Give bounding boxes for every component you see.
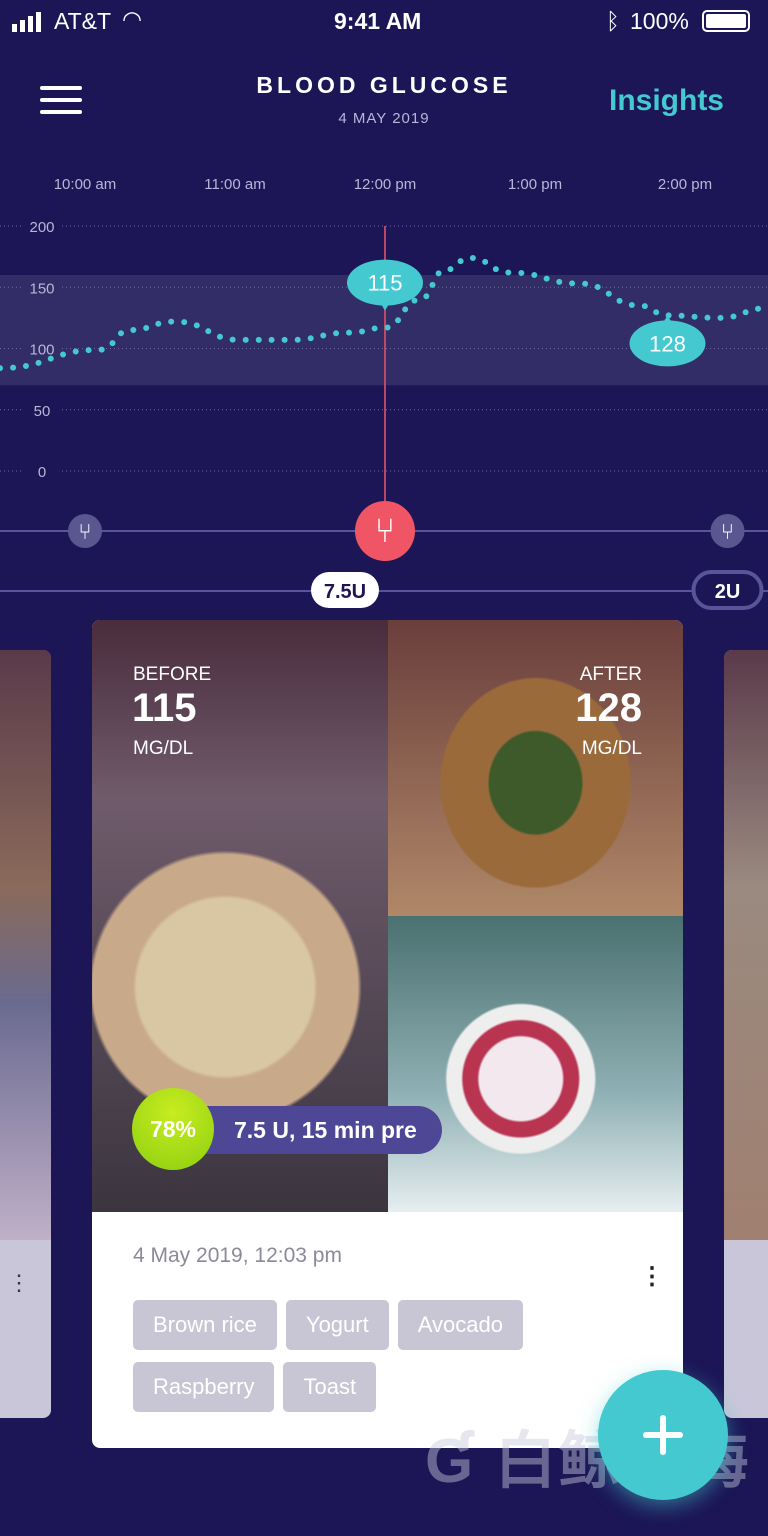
food-tag[interactable]: Raspberry bbox=[133, 1362, 275, 1412]
x-tick-label: 10:00 am bbox=[54, 176, 117, 193]
score-badge: 78% bbox=[132, 1088, 214, 1170]
next-meal-card[interactable] bbox=[724, 650, 768, 1418]
food-tag[interactable]: Yogurt bbox=[285, 1300, 389, 1350]
more-icon[interactable]: ⋮ bbox=[8, 1270, 30, 1296]
before-unit: MG/DL bbox=[133, 738, 194, 759]
clock: 9:41 AM bbox=[334, 8, 422, 34]
x-tick-label: 1:00 pm bbox=[508, 176, 562, 193]
fork-icon: ⑂ bbox=[375, 511, 395, 551]
x-tick-label: 11:00 am bbox=[204, 176, 265, 193]
meal-card[interactable]: BEFORE 115 MG/DL AFTER 128 MG/DL 7.5 U, … bbox=[92, 620, 683, 1448]
y-tick-label: 0 bbox=[38, 464, 46, 481]
food-tag[interactable]: Toast bbox=[283, 1362, 377, 1412]
food-tag[interactable]: Brown rice bbox=[133, 1300, 277, 1350]
after-unit: MG/DL bbox=[581, 738, 642, 759]
bluetooth-icon: ᛒ bbox=[606, 8, 620, 34]
meal-timestamp: 4 May 2019, 12:03 pm bbox=[133, 1244, 342, 1267]
fork-icon: ⑂ bbox=[78, 520, 91, 545]
insulin-dose-label: 7.5U bbox=[324, 581, 366, 603]
y-tick-label: 150 bbox=[29, 280, 54, 297]
glucose-callout-value: 128 bbox=[649, 331, 686, 356]
battery-icon bbox=[702, 10, 750, 32]
carrier: AT&T bbox=[54, 8, 112, 34]
food-tag[interactable]: Avocado bbox=[397, 1300, 523, 1350]
x-tick-label: 2:00 pm bbox=[658, 176, 712, 193]
insights-link[interactable]: Insights bbox=[609, 84, 724, 118]
after-value: 128 bbox=[575, 686, 642, 730]
y-tick-label: 200 bbox=[29, 219, 54, 236]
yogurt-parfait-photo bbox=[388, 916, 683, 1212]
more-options-icon[interactable]: ⋮ bbox=[640, 1262, 664, 1291]
y-tick-label: 50 bbox=[34, 403, 51, 420]
insulin-dose-label: 2U bbox=[715, 581, 741, 603]
add-meal-button[interactable] bbox=[598, 1370, 728, 1500]
fork-icon: ⑂ bbox=[721, 520, 734, 545]
previous-meal-card[interactable]: ⋮ bbox=[0, 650, 51, 1418]
battery-percent: 100% bbox=[630, 8, 689, 34]
before-value: 115 bbox=[132, 686, 197, 730]
signal-icon bbox=[12, 12, 41, 32]
glucose-callout-value: 115 bbox=[367, 271, 402, 296]
food-tags: Brown rice Yogurt Avocado Raspberry Toast bbox=[133, 1300, 593, 1424]
before-label: BEFORE bbox=[133, 664, 212, 685]
wifi-icon: ◠ bbox=[122, 6, 143, 32]
after-label: AFTER bbox=[579, 664, 642, 685]
x-tick-label: 12:00 pm bbox=[354, 176, 417, 193]
status-bar: AT&T ◠ 9:41 AM ᛒ 100% bbox=[0, 0, 768, 44]
glucose-chart[interactable]: 10:00 am 11:00 am 12:00 pm 1:00 pm 2:00 pm 20… bbox=[0, 160, 768, 610]
